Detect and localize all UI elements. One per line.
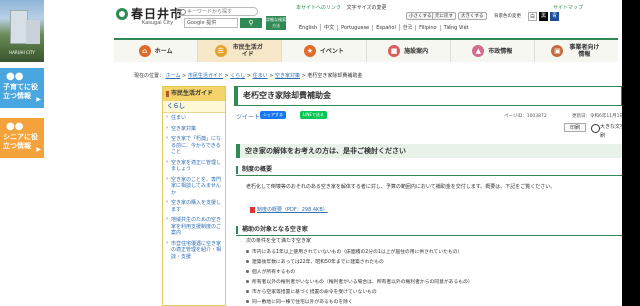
event-icon: ★	[303, 45, 316, 57]
breadcrumb-life-guide[interactable]: 市民生活ガイド	[188, 73, 223, 79]
facility-icon: ■	[388, 45, 401, 57]
condition-item: 所有者以外の権利者がいないもの（権利者がいる場合は、所有者以外の権利者からの同意…	[246, 280, 473, 285]
nav-life-guide[interactable]: ☰ 市民生活ガイド	[198, 40, 283, 62]
city-logo-icon[interactable]	[116, 8, 128, 20]
language-links: English 中文 Portuguese Español 한국 Filipino Tiến…	[296, 24, 472, 31]
main-content: 老朽空き家除却費補助金 ツイート シェアする LINEで送る ページID：100…	[234, 82, 635, 306]
nav-label: 施設案内	[404, 47, 429, 55]
family-icon: ●●	[6, 71, 24, 82]
overview-text: 老朽化して倒壊等のおそれのある空き家を解体する者に対し、予算の範囲内において補助…	[246, 184, 556, 190]
nav-label: 市民生活ガイド	[232, 44, 263, 58]
bg-blue-button[interactable]: 青	[550, 12, 559, 21]
condition-item: 建築後年数にあっては22年、昭和50年までに建築されたもの	[246, 260, 384, 265]
link-to-site[interactable]: 本サイトへのリンク	[296, 5, 341, 11]
city-info-icon: ▲	[472, 45, 485, 57]
facebook-share-button[interactable]: シェアする	[260, 111, 286, 119]
lang-korean[interactable]: 한국	[398, 24, 415, 31]
arrow-right-icon: ▶	[36, 146, 41, 153]
sitemap-link[interactable]: サイトマップ	[553, 4, 583, 11]
sub-nav-item[interactable]: 空き家の購入を支援します	[163, 198, 225, 215]
breadcrumb-kurashi[interactable]: くらし	[230, 73, 245, 79]
tweet-button[interactable]: ツイート	[236, 112, 260, 121]
target-heading: 補助の対象となる空き家	[236, 224, 622, 236]
sub-nav-item[interactable]: 空き家で「朽廃」になる前に、今からできること	[163, 134, 225, 158]
section-heading: 空き家の解体をお考えの方は、是非ご検討ください	[236, 144, 622, 158]
condition-item: 同一敷地に同一棟で住宅以外があるものを除く	[246, 300, 353, 305]
global-nav: ⌂ ホーム ☰ 市民生活ガイド ★ イベント ■ 施設案内 ▲ 市政情報 ▣ 事業者向け情報	[114, 38, 619, 62]
sub-nav-current[interactable]: くらし	[163, 101, 225, 113]
senior-info-banner[interactable]: ●● シニアに役立つ情報 ▶	[0, 118, 44, 158]
keyword-search-label: キーワードから探す	[176, 7, 258, 16]
search-button[interactable]: ⚲	[240, 18, 262, 28]
bg-white-button[interactable]: 白	[528, 12, 537, 21]
nav-business[interactable]: ▣ 事業者向け情報	[534, 40, 619, 62]
font-reset-button[interactable]: 元に戻す	[432, 12, 456, 20]
side-banner-column: HARUHI CITY ●● 子育てに役立つ情報 ▶ ●● シニアに役立つ情報 …	[0, 0, 44, 306]
childcare-info-label: 子育てに役立つ情報	[3, 83, 38, 100]
header-links: 本サイトへのリンク 文字サイズの変更	[296, 4, 390, 11]
arrow-right-icon: ▶	[36, 96, 41, 103]
page: 春日井市 Kasugai City キーワードから探す Google 提供 ⚲ …	[44, 0, 640, 306]
search-input[interactable]: Google 提供	[184, 18, 238, 28]
lang-filipino[interactable]: Filipino	[415, 25, 439, 31]
condition-item: 市内にある1年以上使用されていないもの（床面積の2分の1以上が居住の用に供されて…	[245, 250, 463, 255]
nav-city-info[interactable]: ▲ 市政情報	[450, 40, 535, 62]
right-margin	[622, 0, 640, 306]
overview-heading: 制度の概要	[236, 164, 622, 176]
sub-nav-item[interactable]: 市営住宅優遇に空き家の適正管理を紹介・相談・支援	[163, 239, 225, 263]
breadcrumb-prefix: 現在の位置：	[134, 73, 165, 79]
nav-label: ホーム	[154, 47, 173, 55]
breadcrumb-housing[interactable]: 住まい	[253, 73, 268, 79]
bg-black-button[interactable]: 黒	[539, 12, 548, 21]
lang-spanish[interactable]: Español	[372, 25, 399, 31]
nav-facilities[interactable]: ■ 施設案内	[366, 40, 451, 62]
sub-nav: 市民生活ガイド くらし 住まい 空き家対策 空き家で「朽廃」になる前に、今からで…	[162, 86, 226, 306]
condition-item: 個人が所有するもの	[245, 270, 296, 275]
childcare-info-banner[interactable]: ●● 子育てに役立つ情報 ▶	[0, 68, 44, 108]
print-button[interactable]: 印刷	[564, 123, 586, 132]
bg-color-label: 背景色の変更	[494, 14, 521, 19]
nav-home[interactable]: ⌂ ホーム	[114, 40, 199, 62]
font-smaller-button[interactable]: 小さくする	[406, 12, 435, 20]
business-icon: ▣	[551, 45, 564, 57]
sub-nav-item[interactable]: 空き家のことを、専門家に相談してみませんか	[163, 175, 225, 199]
breadcrumb-current: 老朽空き家除却費補助金	[307, 73, 363, 79]
breadcrumb-vacant-house[interactable]: 空き家対策	[275, 73, 300, 79]
lang-portuguese[interactable]: Portuguese	[337, 25, 372, 31]
updated-date: 更新日：令和6年11月1日	[572, 114, 624, 119]
sub-nav-item[interactable]: 住まい	[163, 113, 225, 124]
page-id: ページID：1003872	[504, 114, 547, 119]
lang-vietnamese[interactable]: Tiếng Việt	[439, 25, 472, 31]
breadcrumb-home[interactable]: ホーム	[166, 73, 181, 79]
target-text: 次の条件を全て満たす空き家	[246, 238, 312, 244]
city-photo-banner[interactable]: HARUHI CITY	[0, 0, 44, 62]
page-title: 老朽空き家除却費補助金	[234, 86, 622, 106]
city-logo-subtitle: Kasugai City	[142, 20, 174, 26]
sub-nav-item[interactable]: 地域共生のための空き家を利用支援制度のご案内	[163, 215, 225, 239]
sub-nav-item[interactable]: 空き家対策	[163, 124, 225, 135]
pdf-link[interactable]: 制度の概要（PDF：298.4KB）	[250, 206, 328, 213]
sub-nav-item[interactable]: 空き家を適正に管理しましょう	[163, 158, 225, 175]
breadcrumb: 現在の位置： ホーム > 市民生活ガイド > くらし > 住まい > 空き家対策…	[134, 73, 363, 79]
lang-english[interactable]: English	[296, 25, 320, 31]
search-help-button[interactable]: 詳細な検索方法	[266, 16, 286, 30]
search-icon: ⚲	[248, 19, 254, 27]
line-share-button[interactable]: LINEで送る	[300, 111, 327, 119]
condition-item: 市から空家等措置に基づく措置の命令を受けていないもの	[246, 290, 377, 295]
building-image	[26, 20, 40, 44]
font-size-label: 文字サイズの変更	[346, 5, 387, 11]
senior-info-label: シニアに役立つ情報	[3, 133, 38, 150]
nav-label: 事業者向け情報	[569, 44, 600, 58]
font-larger-button[interactable]: 大きくする	[458, 12, 487, 20]
guide-icon: ☰	[214, 45, 227, 57]
photo-caption: HARUHI CITY	[9, 50, 35, 55]
lang-chinese[interactable]: 中文	[320, 24, 337, 31]
nav-events[interactable]: ★ イベント	[282, 40, 367, 62]
sub-nav-header[interactable]: 市民生活ガイド	[163, 87, 225, 101]
home-icon: ⌂	[138, 45, 151, 57]
nav-label: 市政情報	[488, 47, 513, 55]
nav-label: イベント	[319, 47, 344, 55]
senior-icon: ●●	[6, 121, 24, 132]
